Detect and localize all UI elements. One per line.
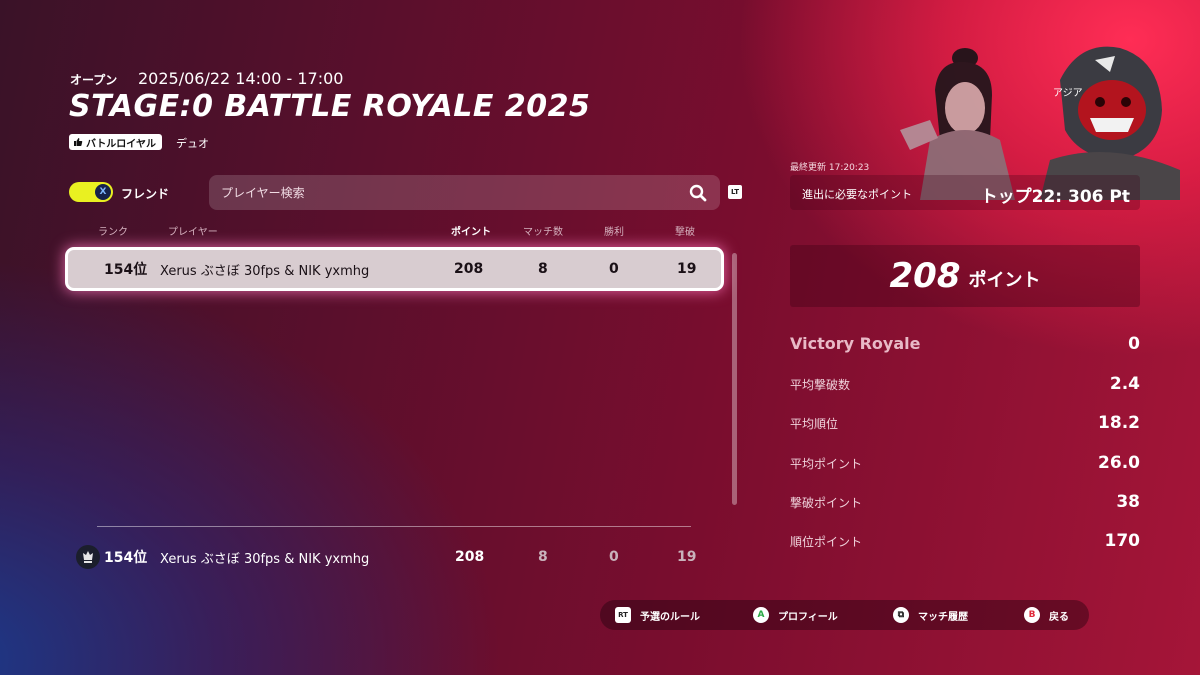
stat-label-place-points: 順位ポイント: [790, 535, 863, 549]
stat-label-victory-royale: Victory Royale: [790, 334, 921, 353]
friend-toggle-label: フレンド: [121, 187, 170, 201]
back-button[interactable]: B 戻る: [1024, 607, 1069, 623]
my-matches: 8: [538, 549, 548, 565]
stat-value-place-points: 170: [1104, 531, 1141, 551]
region-label: アジア: [1053, 88, 1083, 99]
my-wins: 0: [609, 549, 619, 565]
stat-label-avg-points: 平均ポイント: [790, 457, 863, 471]
friend-toggle[interactable]: X: [69, 182, 113, 202]
view-button-icon: ⧉: [893, 607, 909, 623]
divider: [97, 526, 691, 527]
stat-value-avg-points: 26.0: [1098, 453, 1140, 473]
mode-badge-label: バトルロイヤル: [86, 138, 156, 150]
match-history-button[interactable]: ⧉ マッチ履歴: [893, 607, 1024, 623]
header-elims: 撃破: [675, 227, 695, 238]
rank-badge-icon: [76, 545, 100, 569]
player-search-input[interactable]: プレイヤー検索: [209, 175, 720, 210]
a-button-icon: A: [753, 607, 769, 623]
b-button-icon: B: [1024, 607, 1040, 623]
scrollbar[interactable]: [732, 253, 737, 505]
row-elims: 19: [677, 261, 697, 277]
advance-label: 進出に必要なポイント: [802, 188, 912, 201]
points-unit: ポイント: [968, 270, 1041, 291]
total-points-box: 208 ポイント: [790, 245, 1140, 307]
search-icon[interactable]: [688, 183, 708, 203]
event-time: 2025/06/22 14:00 - 17:00: [138, 69, 344, 88]
header-player: プレイヤー: [168, 227, 218, 238]
my-row[interactable]: 154位 Xerus ぶさぼ 30fps & NIK yxmhg 208 8 0…: [70, 540, 720, 574]
my-rank: 154位: [104, 550, 148, 566]
event-status: オープン: [70, 73, 118, 87]
event-title: STAGE:0 BATTLE ROYALE 2025: [69, 89, 591, 124]
header-wins: 勝利: [604, 227, 624, 238]
lt-button-icon: LT: [728, 185, 742, 199]
thumbs-up-icon: [74, 138, 83, 146]
header-rank: ランク: [98, 227, 128, 238]
back-label: 戻る: [1049, 611, 1069, 623]
table-row[interactable]: 154位 Xerus ぶさぼ 30fps & NIK yxmhg 208 8 0…: [68, 250, 721, 288]
profile-label: プロフィール: [778, 611, 838, 623]
rules-button[interactable]: RT 予選のルール: [615, 607, 753, 623]
stat-value-avg-elims: 2.4: [1109, 374, 1140, 394]
my-player: Xerus ぶさぼ 30fps & NIK yxmhg: [160, 551, 370, 567]
mode-type: デュオ: [176, 137, 209, 150]
match-history-label: マッチ履歴: [918, 611, 968, 623]
advance-requirement: 進出に必要なポイント トップ22: 306 Pt: [790, 175, 1140, 210]
stat-value-elim-points: 38: [1116, 492, 1140, 512]
last-updated: 最終更新 17:20:23: [790, 163, 870, 173]
footer-controls: RT 予選のルール A プロフィール ⧉ マッチ履歴 B 戻る: [600, 600, 1089, 630]
total-points: 208: [889, 256, 961, 296]
search-placeholder: プレイヤー検索: [221, 186, 305, 200]
row-rank: 154位: [104, 262, 148, 278]
mode-badge: バトルロイヤル: [69, 134, 162, 150]
stat-label-elim-points: 撃破ポイント: [790, 496, 863, 510]
row-wins: 0: [609, 261, 619, 277]
advance-value: トップ22: 306 Pt: [980, 187, 1130, 207]
profile-button[interactable]: A プロフィール: [753, 607, 893, 623]
stat-value-avg-place: 18.2: [1098, 413, 1140, 433]
row-matches: 8: [538, 261, 548, 277]
stat-label-avg-elims: 平均撃破数: [790, 378, 851, 392]
rules-label: 予選のルール: [640, 611, 700, 623]
row-player: Xerus ぶさぼ 30fps & NIK yxmhg: [160, 263, 370, 279]
x-button-icon: X: [95, 184, 111, 200]
character-art: [900, 46, 1180, 200]
header-points: ポイント: [451, 227, 491, 238]
stat-label-avg-place: 平均順位: [790, 417, 839, 431]
my-points: 208: [455, 549, 485, 565]
stat-value-victory-royale: 0: [1128, 334, 1140, 354]
row-points: 208: [454, 261, 484, 277]
rt-button-icon: RT: [615, 607, 631, 623]
my-elims: 19: [677, 549, 697, 565]
header-matches: マッチ数: [523, 227, 563, 238]
